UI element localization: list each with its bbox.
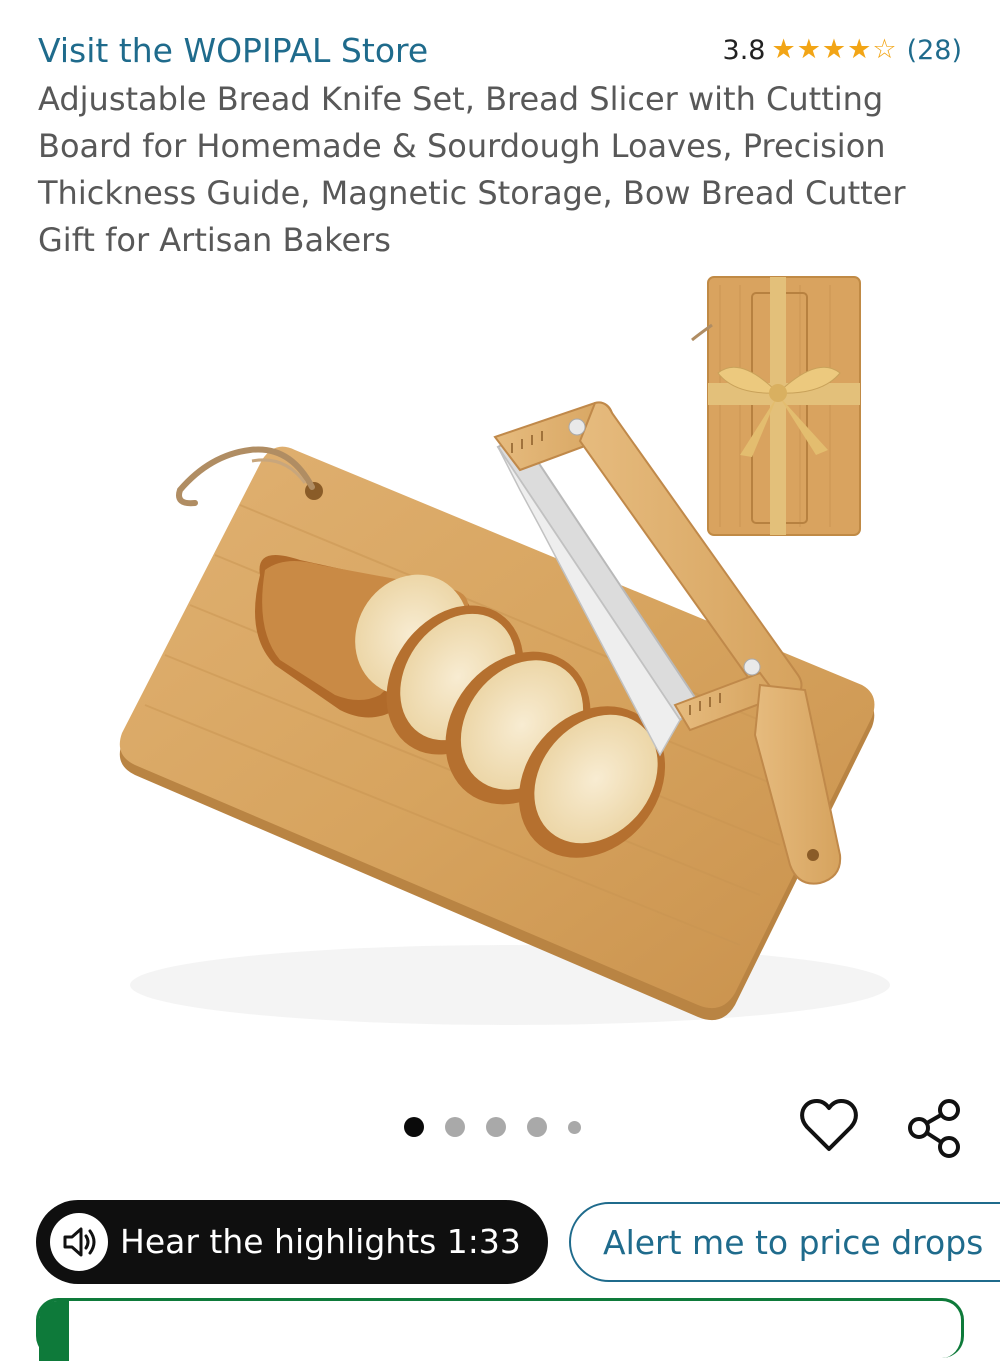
rating-summary[interactable]: 3.8 ★ ★ ★ ★ ☆ (28) — [723, 30, 962, 70]
next-section-card — [36, 1298, 964, 1361]
gallery-dot[interactable] — [527, 1117, 547, 1137]
star-filled-icon: ★ — [821, 34, 847, 65]
hear-highlights-button[interactable]: Hear the highlights 1:33 — [36, 1200, 548, 1284]
gift-boxed-board-image — [691, 276, 861, 536]
gallery-dot-active[interactable] — [404, 1117, 424, 1137]
hear-highlights-label: Hear the highlights 1:33 — [120, 1222, 521, 1261]
visit-store-link[interactable]: Visit the WOPIPAL Store — [38, 28, 428, 74]
gallery-pagination[interactable] — [404, 1117, 581, 1137]
star-rating: ★ ★ ★ ★ ☆ — [771, 35, 896, 65]
gallery-dot[interactable] — [486, 1117, 506, 1137]
product-title: Adjustable Bread Knife Set, Bread Slicer… — [38, 80, 906, 259]
gallery-dot[interactable] — [568, 1120, 581, 1134]
rating-value: 3.8 — [722, 34, 766, 66]
product-image-gallery[interactable] — [0, 265, 1000, 1065]
review-count-link[interactable]: (28) — [907, 35, 962, 66]
share-button[interactable] — [903, 1097, 965, 1159]
price-alert-label: Alert me to price drops — [603, 1223, 984, 1262]
star-empty-icon: ☆ — [872, 34, 897, 65]
bread-slicer-cutting-board-image[interactable] — [0, 265, 1000, 1065]
share-icon — [908, 1099, 960, 1158]
star-filled-icon: ★ — [847, 34, 872, 65]
card-accent-bar — [39, 1301, 69, 1361]
wishlist-button[interactable] — [800, 1097, 858, 1155]
gallery-dot[interactable] — [445, 1117, 465, 1137]
heart-icon — [800, 1099, 858, 1151]
price-alert-button[interactable]: Alert me to price drops — [569, 1202, 1000, 1282]
star-filled-icon: ★ — [771, 34, 796, 65]
star-filled-icon: ★ — [796, 34, 821, 65]
speaker-icon — [50, 1213, 108, 1271]
